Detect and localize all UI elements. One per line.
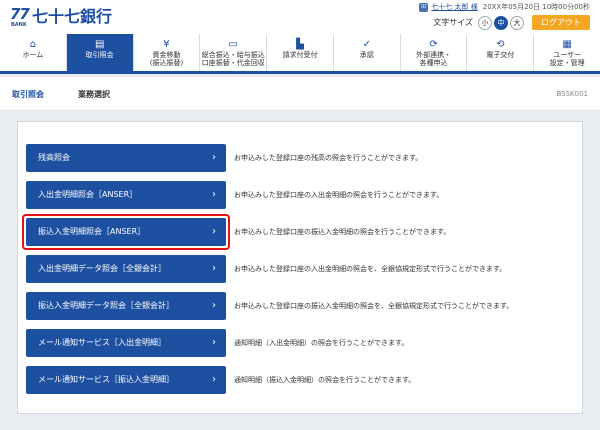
page-title: 業務選択 [78, 90, 110, 99]
gnav-label: 資金移動 (振込振替) [149, 51, 184, 67]
menu-description: 通知明細（振込入金明細）の照会を行うことができます。 [234, 376, 416, 384]
gnav-item-8[interactable]: ▦ ユーザー 設定・管理 [534, 34, 600, 71]
menu-description: お申込みした登録口座の振込入金明細の照会を、全銀協規定形式で行うことができます。 [234, 302, 514, 310]
menu-description: お申込みした登録口座の振込入金明細の照会を行うことができます。 [234, 228, 451, 236]
gnav-label: ホーム [22, 51, 44, 59]
menu-row: 入出金明細照会［ANSER］ › お申込みした登録口座の入出金明細の照会を行うことが… [26, 181, 566, 209]
user-name-link[interactable]: 七十七 太郎 様 [431, 2, 477, 12]
external-icon: ⟳ [429, 39, 438, 50]
user-settings-icon: ▦ [562, 39, 572, 50]
chevron-right-icon: › [212, 189, 216, 200]
menu-row: メール通知サービス［入出金明細］ › 通知明細（入出金明細）の照会を行うことができま… [26, 329, 566, 357]
header-controls: 文字サイズ 小 中 大 ログアウト [433, 15, 590, 30]
menu-row: 振込入金明細照会［ANSER］ › お申込みした登録口座の振込入金明細の照会を行うこ… [22, 214, 566, 250]
transfer-icon: ¥ [163, 39, 170, 50]
menu-button-0[interactable]: 残高照会 › [26, 144, 226, 172]
menu-button-label: 振込入金明細データ照会［全銀会計］ [38, 301, 174, 310]
menu-description: 通知明細（入出金明細）の照会を行うことができます。 [234, 339, 409, 347]
menu-description: お申込みした登録口座の入出金明細の照会を、全銀協規定形式で行うことができます。 [234, 265, 507, 273]
font-size-small-button[interactable]: 小 [478, 15, 492, 30]
bank-name: 七十七銀行 [32, 7, 113, 26]
inquiry-icon: ▤ [94, 39, 105, 50]
menu-description: お申込みした登録口座の残高の照会を行うことができます。 [234, 154, 423, 162]
chevron-right-icon: › [212, 152, 216, 163]
gnav-label: 外部連携・ 各種申込 [416, 51, 452, 67]
request-icon: ▙ [296, 39, 304, 50]
breadcrumb-section: 取引照会 [12, 90, 44, 99]
gnav-item-6[interactable]: ⟳ 外部連携・ 各種申込 [401, 34, 468, 71]
home-icon: ⌂ [29, 39, 37, 50]
menu-row: メール通知サービス［振込入金明細］ › 通知明細（振込入金明細）の照会を行うことがで… [26, 366, 566, 394]
login-datetime: 20XX年05月20日 10時00分00秒 [482, 3, 590, 11]
menu-button-6[interactable]: メール通知サービス［振込入金明細］ › [26, 366, 226, 394]
gnav-label: 承認 [359, 51, 374, 59]
gnav-item-2[interactable]: ¥ 資金移動 (振込振替) [134, 34, 201, 71]
global-nav: ⌂ ホーム ▤ 取引照会 ¥ 資金移動 (振込振替) ▭ 総合振込・給与振込 口座振替・代金回… [0, 34, 600, 74]
bulk-transfer-icon: ▭ [228, 39, 238, 50]
menu-button-label: 残高照会 [38, 153, 70, 162]
gnav-label: 電子交付 [486, 51, 515, 59]
gnav-item-4[interactable]: ▙ 請求付受付 [267, 34, 334, 71]
menu-button-4[interactable]: 振込入金明細データ照会［全銀会計］ › [26, 292, 226, 320]
approval-icon: ✓ [362, 39, 371, 50]
gnav-item-0[interactable]: ⌂ ホーム [0, 34, 67, 71]
screen-id: BSSK001 [556, 90, 588, 98]
menu-button-5[interactable]: メール通知サービス［入出金明細］ › [26, 329, 226, 357]
logo-mark: 77 BANK [10, 5, 30, 29]
logout-button[interactable]: ログアウト [532, 15, 590, 30]
gnav-label: 取引照会 [85, 51, 114, 59]
electronic-delivery-icon: ⟲ [496, 39, 505, 50]
chevron-right-icon: › [212, 337, 216, 348]
gnav-label: ユーザー 設定・管理 [549, 51, 585, 67]
user-info: ID 七十七 太郎 様 20XX年05月20日 10時00分00秒 [419, 2, 590, 12]
menu-button-label: メール通知サービス［入出金明細］ [38, 338, 166, 347]
breadcrumb: 取引照会 業務選択 BSSK001 [0, 77, 600, 111]
menu-button-1[interactable]: 入出金明細照会［ANSER］ › [26, 181, 226, 209]
menu-panel: 残高照会 › お申込みした登録口座の残高の照会を行うことができます。入出金明細照会［… [17, 121, 583, 414]
chevron-right-icon: › [212, 374, 216, 385]
gnav-label: 請求付受付 [282, 51, 318, 59]
font-size-large-button[interactable]: 大 [510, 15, 524, 30]
font-size-label: 文字サイズ [433, 18, 473, 27]
menu-button-label: メール通知サービス［振込入金明細］ [38, 375, 174, 384]
gnav-item-5[interactable]: ✓ 承認 [334, 34, 401, 71]
highlight-frame [22, 214, 230, 250]
gnav-item-3[interactable]: ▭ 総合振込・給与振込 口座振替・代金回収 [200, 34, 268, 71]
gnav-item-7[interactable]: ⟲ 電子交付 [467, 34, 535, 71]
menu-description: お申込みした登録口座の入出金明細の照会を行うことができます。 [234, 191, 444, 199]
gnav-item-1[interactable]: ▤ 取引照会 [66, 34, 134, 71]
chevron-right-icon: › [212, 263, 216, 274]
header: 77 BANK 七十七銀行 ID 七十七 太郎 様 20XX年05月20日 10… [0, 0, 600, 34]
menu-row: 入出金明細データ照会［全銀会計］ › お申込みした登録口座の入出金明細の照会を、全銀… [26, 255, 566, 283]
user-id-icon: ID [419, 2, 429, 12]
menu-button-label: 入出金明細照会［ANSER］ [38, 190, 138, 199]
font-size-medium-button[interactable]: 中 [494, 15, 508, 30]
gnav-label: 総合振込・給与振込 口座振替・代金回収 [201, 51, 265, 67]
bank-logo[interactable]: 77 BANK 七十七銀行 [10, 7, 112, 29]
chevron-right-icon: › [212, 300, 216, 311]
menu-row: 振込入金明細データ照会［全銀会計］ › お申込みした登録口座の振込入金明細の照会を、… [26, 292, 566, 320]
menu-button-3[interactable]: 入出金明細データ照会［全銀会計］ › [26, 255, 226, 283]
menu-row: 残高照会 › お申込みした登録口座の残高の照会を行うことができます。 [26, 144, 566, 172]
menu-button-label: 入出金明細データ照会［全銀会計］ [38, 264, 166, 273]
